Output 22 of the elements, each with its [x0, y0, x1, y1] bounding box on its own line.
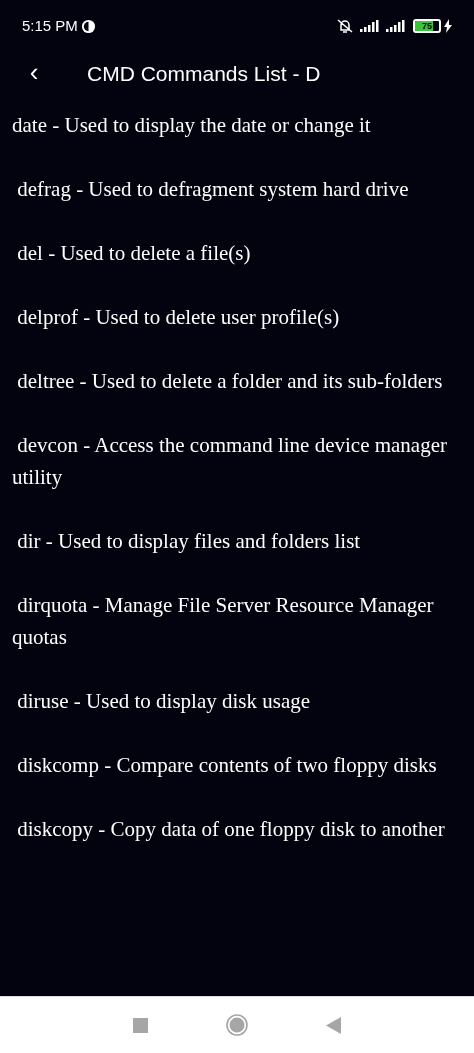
command-description: diruse - Used to display disk usage	[16, 688, 312, 715]
command-description: defrag - Used to defragment system hard drive	[16, 176, 410, 203]
status-time: 5:15 PM	[22, 15, 78, 36]
command-description: diskcopy - Copy data of one floppy disk to another	[16, 816, 446, 843]
muted-bell-icon	[336, 18, 354, 34]
command-description: delprof - Used to delete user profile(s)	[16, 304, 341, 331]
command-description: dirquota - Manage File Server Resource Manager quotas	[12, 592, 435, 651]
back-nav-button[interactable]	[326, 1016, 341, 1034]
signal-icon	[386, 20, 406, 32]
back-button[interactable]: ‹	[0, 59, 68, 89]
battery-icon: 75	[413, 19, 441, 33]
command-description: devcon - Access the command line device manager utility	[12, 432, 448, 491]
command-description: diskcomp - Compare contents of two floppy disks	[16, 752, 438, 779]
page-title: CMD Commands List - D	[87, 61, 321, 88]
status-app-icon	[80, 18, 96, 34]
home-button[interactable]	[226, 1014, 248, 1036]
recents-button[interactable]	[133, 1017, 148, 1033]
command-description: date - Used to display the date or change it	[12, 112, 372, 139]
command-description: deltree - Used to delete a folder and its sub-folders	[16, 368, 444, 395]
command-description: del - Used to delete a file(s)	[16, 240, 252, 267]
signal-icon	[360, 20, 380, 32]
command-description: dir - Used to display files and folders list	[16, 528, 362, 555]
